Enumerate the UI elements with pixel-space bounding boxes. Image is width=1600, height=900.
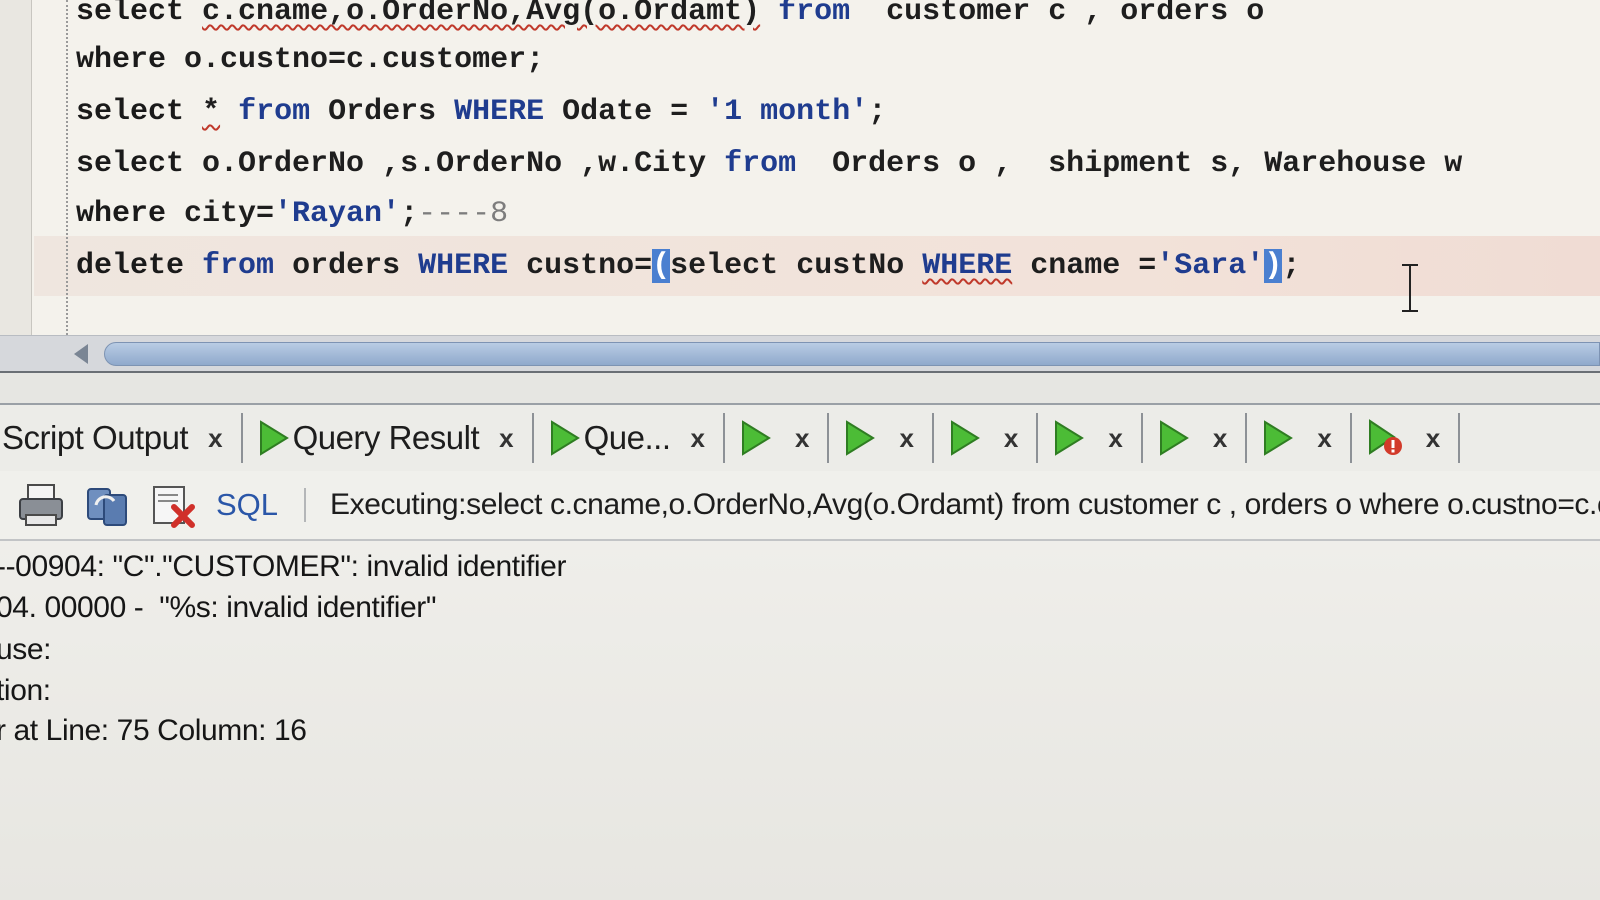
error-message-line: 04. 00000 - "%s: invalid identifier" xyxy=(0,591,437,624)
keyword: where xyxy=(76,43,167,77)
code-line-4[interactable]: select o.OrderNo ,s.OrderNo ,w.City from… xyxy=(76,142,1462,186)
keyword: WHERE xyxy=(454,95,545,129)
where-condition: o.custno=c.customer; xyxy=(166,43,545,77)
tab-run-error[interactable]: x xyxy=(1352,413,1461,463)
sql-button[interactable]: SQL xyxy=(216,487,278,523)
editor-gutter xyxy=(0,0,32,335)
play-icon xyxy=(741,420,771,456)
statement-end: ; xyxy=(1282,249,1301,283)
execution-status: Executing:select c.cname,o.OrderNo,Avg(o… xyxy=(330,488,1600,521)
matched-paren-open: ( xyxy=(652,249,671,283)
refresh-connection-icon[interactable] xyxy=(82,481,132,529)
close-tab-icon[interactable]: x xyxy=(208,423,222,454)
comment: ----8 xyxy=(418,197,509,231)
close-tab-icon[interactable]: x xyxy=(1213,423,1227,454)
select-columns: o.OrderNo ,s.OrderNo ,w.City xyxy=(184,147,725,181)
close-tab-icon[interactable]: x xyxy=(899,423,913,454)
close-tab-icon[interactable]: x xyxy=(691,423,705,454)
string-literal: '1 month' xyxy=(706,95,869,129)
keyword: delete xyxy=(76,249,185,283)
close-tab-icon[interactable]: x xyxy=(1004,423,1018,454)
keyword: select xyxy=(76,147,185,181)
clear-output-icon[interactable] xyxy=(148,481,198,529)
output-toolbar: SQL Executing:select c.cname,o.OrderNo,A… xyxy=(0,471,1600,541)
error-code-line: ‑-00904: "C"."CUSTOMER": invalid identif… xyxy=(0,550,567,583)
keyword: WHERE xyxy=(418,249,509,283)
scrollbar-thumb[interactable] xyxy=(104,342,1600,366)
select-columns: c.cname,o.OrderNo,Avg(o.Ordamt) xyxy=(202,0,761,29)
tab-query-result-3[interactable]: x xyxy=(725,413,830,463)
error-location-line: r at Line: 75 Column: 16 xyxy=(0,714,307,747)
table-name: Orders xyxy=(310,95,455,129)
print-icon[interactable] xyxy=(16,481,66,529)
play-icon xyxy=(259,420,289,456)
sql-editor[interactable]: select c.cname,o.OrderNo,Avg(o.Ordamt) f… xyxy=(0,0,1600,335)
tab-label: Query Result xyxy=(292,419,480,456)
where-condition: city= xyxy=(166,197,275,231)
play-icon xyxy=(846,420,876,456)
string-literal: 'Sara' xyxy=(1156,249,1265,283)
tab-label: Que... xyxy=(583,419,671,456)
toolbar-divider xyxy=(304,488,307,522)
keyword: select xyxy=(76,95,185,129)
keyword: from xyxy=(778,0,851,29)
code-line-3[interactable]: select * from Orders WHERE Odate = '1 mo… xyxy=(76,90,886,134)
tab-query-result-5[interactable]: x xyxy=(934,413,1039,463)
select-star: * xyxy=(202,95,221,129)
keyword: where xyxy=(76,197,167,231)
matched-paren-close: ) xyxy=(1264,249,1283,283)
output-tab-strip: Script Output x Query Result x Que... x … xyxy=(0,405,1600,471)
table-list: customer c , orders o xyxy=(850,0,1265,29)
tab-query-result-8[interactable]: x xyxy=(1247,413,1352,463)
close-tab-icon[interactable]: x xyxy=(1426,423,1440,454)
error-action-line: tion: xyxy=(0,674,51,707)
close-tab-icon[interactable]: x xyxy=(1108,423,1122,454)
tab-script-output[interactable]: Script Output x xyxy=(0,413,243,463)
statement-end: ; xyxy=(400,197,419,231)
code-line-2[interactable]: where o.custno=c.customer; xyxy=(76,38,544,82)
pane-splitter[interactable] xyxy=(0,371,1600,405)
play-icon xyxy=(1159,420,1189,456)
close-tab-icon[interactable]: x xyxy=(499,423,513,454)
play-icon xyxy=(1264,420,1294,456)
tab-query-result-6[interactable]: x xyxy=(1038,413,1143,463)
keyword: from xyxy=(238,95,311,129)
subquery-keyword: select xyxy=(670,249,779,283)
tab-query-result-4[interactable]: x xyxy=(829,413,934,463)
editor-horizontal-scrollbar[interactable] xyxy=(0,335,1600,371)
script-output-panel[interactable]: ‑-00904: "C"."CUSTOMER": invalid identif… xyxy=(0,541,1600,900)
keyword: WHERE xyxy=(922,249,1013,283)
play-icon xyxy=(1055,420,1085,456)
code-line-6[interactable]: delete from orders WHERE custno=(select … xyxy=(76,244,1300,288)
tab-query-result-7[interactable]: x xyxy=(1143,413,1248,463)
keyword: from xyxy=(724,147,797,181)
subquery-condition: cname = xyxy=(1012,249,1157,283)
where-condition: Odate = xyxy=(544,95,707,129)
tab-label: Script Output xyxy=(2,419,189,456)
run-error-icon xyxy=(1368,419,1402,455)
scroll-left-arrow-icon[interactable] xyxy=(74,344,88,364)
table-name: orders xyxy=(274,249,419,283)
play-icon xyxy=(950,420,980,456)
error-cause-line: use: xyxy=(0,633,52,666)
keyword: from xyxy=(202,249,275,283)
play-icon xyxy=(550,420,580,456)
statement-end: ; xyxy=(868,95,887,129)
close-tab-icon[interactable]: x xyxy=(795,423,809,454)
tab-query-result-2[interactable]: Que... x xyxy=(534,413,725,463)
editor-margin-marker xyxy=(66,0,68,335)
code-line-5[interactable]: where city='Rayan';----8 xyxy=(76,192,508,236)
code-line-1[interactable]: select c.cname,o.OrderNo,Avg(o.Ordamt) f… xyxy=(76,0,1264,34)
where-condition: custno= xyxy=(508,249,653,283)
keyword: select xyxy=(76,0,185,29)
table-list: Orders o , shipment s, Warehouse w xyxy=(796,147,1463,181)
string-literal: 'Rayan' xyxy=(274,197,401,231)
close-tab-icon[interactable]: x xyxy=(1317,423,1331,454)
subquery-column: custNo xyxy=(778,249,923,283)
tab-query-result[interactable]: Query Result x xyxy=(243,413,534,463)
text-cursor-icon xyxy=(1402,264,1418,312)
